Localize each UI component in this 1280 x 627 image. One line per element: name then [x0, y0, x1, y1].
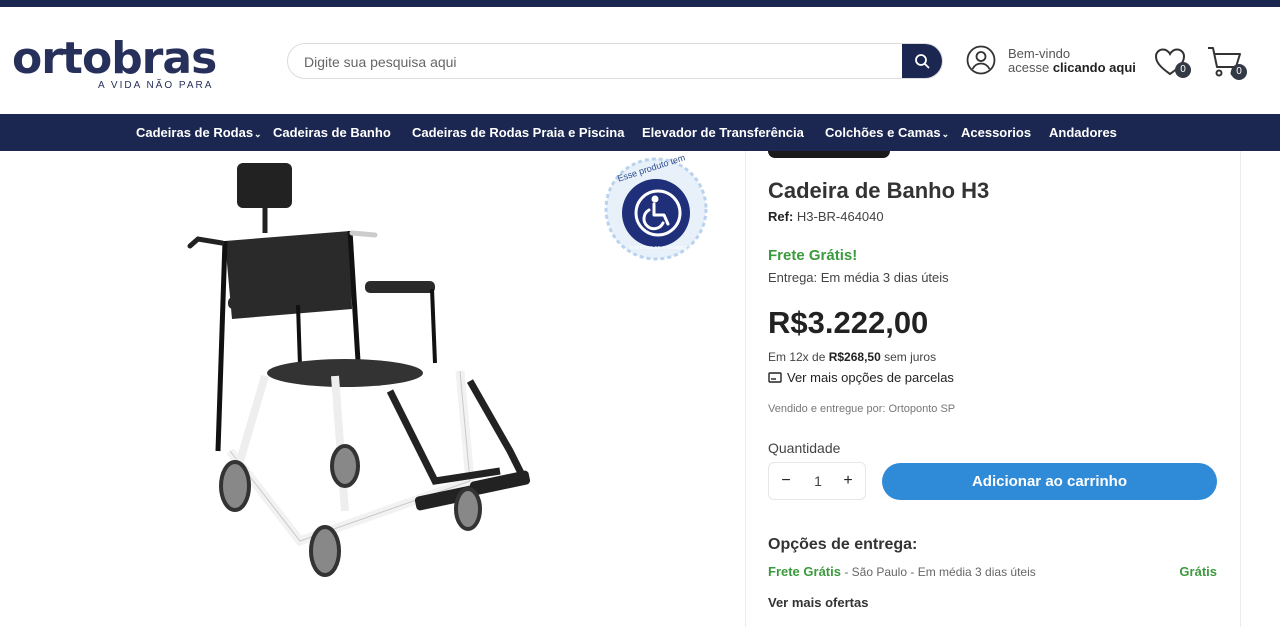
quantity-decrease-button[interactable]: − [771, 463, 801, 499]
delivery-info: - São Paulo - Em média 3 dias úteis [840, 565, 1036, 579]
cart-button[interactable]: 0 [1206, 45, 1250, 83]
product-gallery: Esse produto tem CRÉDITOS DE ACESSIBILID… [0, 151, 745, 627]
cart-count-badge: 0 [1231, 64, 1247, 80]
delivery-method: Frete Grátis [768, 564, 841, 579]
add-to-cart-button[interactable]: Adicionar ao carrinho [882, 463, 1217, 500]
nav-label: Cadeiras de Rodas Praia e Piscina [412, 125, 625, 140]
more-installments-link[interactable]: Ver mais opções de parcelas [768, 370, 954, 385]
wheelchair-icon [642, 195, 670, 231]
installment-suffix: sem juros [880, 350, 937, 364]
more-offers-link[interactable]: Ver mais ofertas [768, 595, 868, 610]
nav-item-cadeiras-de-banho[interactable]: Cadeiras de Banho [273, 114, 391, 151]
nav-label: Colchões e Camas [825, 125, 941, 140]
more-installments-label: Ver mais opções de parcelas [787, 370, 954, 385]
login-link[interactable]: clicando aqui [1053, 60, 1136, 75]
nav-item-acessorios[interactable]: Acessorios [961, 114, 1031, 151]
installment-value: R$268,50 [828, 350, 881, 364]
nav-label: Cadeiras de Banho [273, 125, 391, 140]
free-shipping-label: Frete Grátis! [768, 247, 858, 264]
product-tag-pill [768, 151, 890, 158]
accessibility-credits-badge: Esse produto tem CRÉDITOS DE ACESSIBILID… [602, 152, 710, 263]
quantity-value[interactable]: 1 [803, 463, 833, 499]
ref-value: H3-BR-464040 [796, 209, 884, 224]
user-greeting: Bem-vindo acesse clicando aqui [1008, 47, 1136, 75]
main-navigation: Cadeiras de Rodas⌄ Cadeiras de Banho Cad… [0, 114, 1280, 151]
user-account-link[interactable]: Bem-vindo acesse clicando aqui [966, 45, 1146, 79]
product-price: R$3.222,00 [768, 305, 929, 340]
nav-label: Acessorios [961, 125, 1032, 140]
nav-item-elevador[interactable]: Elevador de Transferência [642, 114, 804, 151]
login-prefix: acesse [1008, 60, 1053, 75]
nav-label: Cadeiras de Rodas [136, 125, 254, 140]
right-border [1240, 151, 1241, 627]
favorites-button[interactable]: 0 [1154, 47, 1192, 81]
nav-item-colchoes-camas[interactable]: Colchões e Camas⌄ [825, 114, 949, 151]
product-image[interactable] [170, 151, 590, 591]
seller-info: Vendido e entregue por: Ortoponto SP [768, 403, 956, 415]
product-ref: Ref: H3-BR-464040 [768, 209, 884, 224]
logo-tagline: A VIDA NÃO PARA [98, 80, 214, 91]
installment-prefix: Em 12x de [768, 350, 829, 364]
top-strip [0, 0, 1280, 7]
greeting-text: Bem-vindo [1008, 46, 1071, 61]
card-icon [768, 371, 782, 383]
logo-wordmark: ortobras [12, 33, 217, 84]
search-icon [915, 54, 930, 69]
favorites-count-badge: 0 [1175, 62, 1191, 78]
nav-item-praia-piscina[interactable]: Cadeiras de Rodas Praia e Piscina [412, 114, 624, 151]
site-header: ortobras A VIDA NÃO PARA Bem-vindo acess… [0, 7, 1280, 114]
nav-label: Andadores [1049, 125, 1117, 140]
ref-label: Ref: [768, 209, 794, 224]
quantity-stepper: − 1 + [768, 462, 866, 500]
chevron-down-icon: ⌄ [254, 129, 262, 139]
product-title: Cadeira de Banho H3 [768, 178, 990, 203]
nav-item-cadeiras-de-rodas[interactable]: Cadeiras de Rodas⌄ [136, 114, 262, 151]
search-input[interactable] [302, 44, 896, 78]
delivery-options-title: Opções de entrega: [768, 536, 918, 553]
ortobras-logo[interactable]: ortobras A VIDA NÃO PARA [12, 37, 222, 97]
chevron-down-icon: ⌄ [941, 129, 950, 139]
delivery-option-row: Frete Grátis - São Paulo - Em média 3 di… [768, 564, 1217, 582]
user-icon [966, 45, 996, 75]
nav-label: Elevador de Transferência [642, 125, 804, 140]
search-bar [287, 43, 943, 79]
nav-item-andadores[interactable]: Andadores [1049, 114, 1117, 151]
search-button[interactable] [902, 44, 942, 78]
badge-subtext: CRÉDITOS DE ACESSIBILIDADE [630, 245, 699, 250]
delivery-price: Grátis [1179, 564, 1217, 579]
installment-info: Em 12x de R$268,50 sem juros [768, 350, 936, 364]
column-divider [745, 151, 746, 627]
quantity-label: Quantidade [768, 440, 841, 456]
delivery-estimate: Entrega: Em média 3 dias úteis [768, 270, 949, 285]
quantity-increase-button[interactable]: + [833, 463, 863, 499]
